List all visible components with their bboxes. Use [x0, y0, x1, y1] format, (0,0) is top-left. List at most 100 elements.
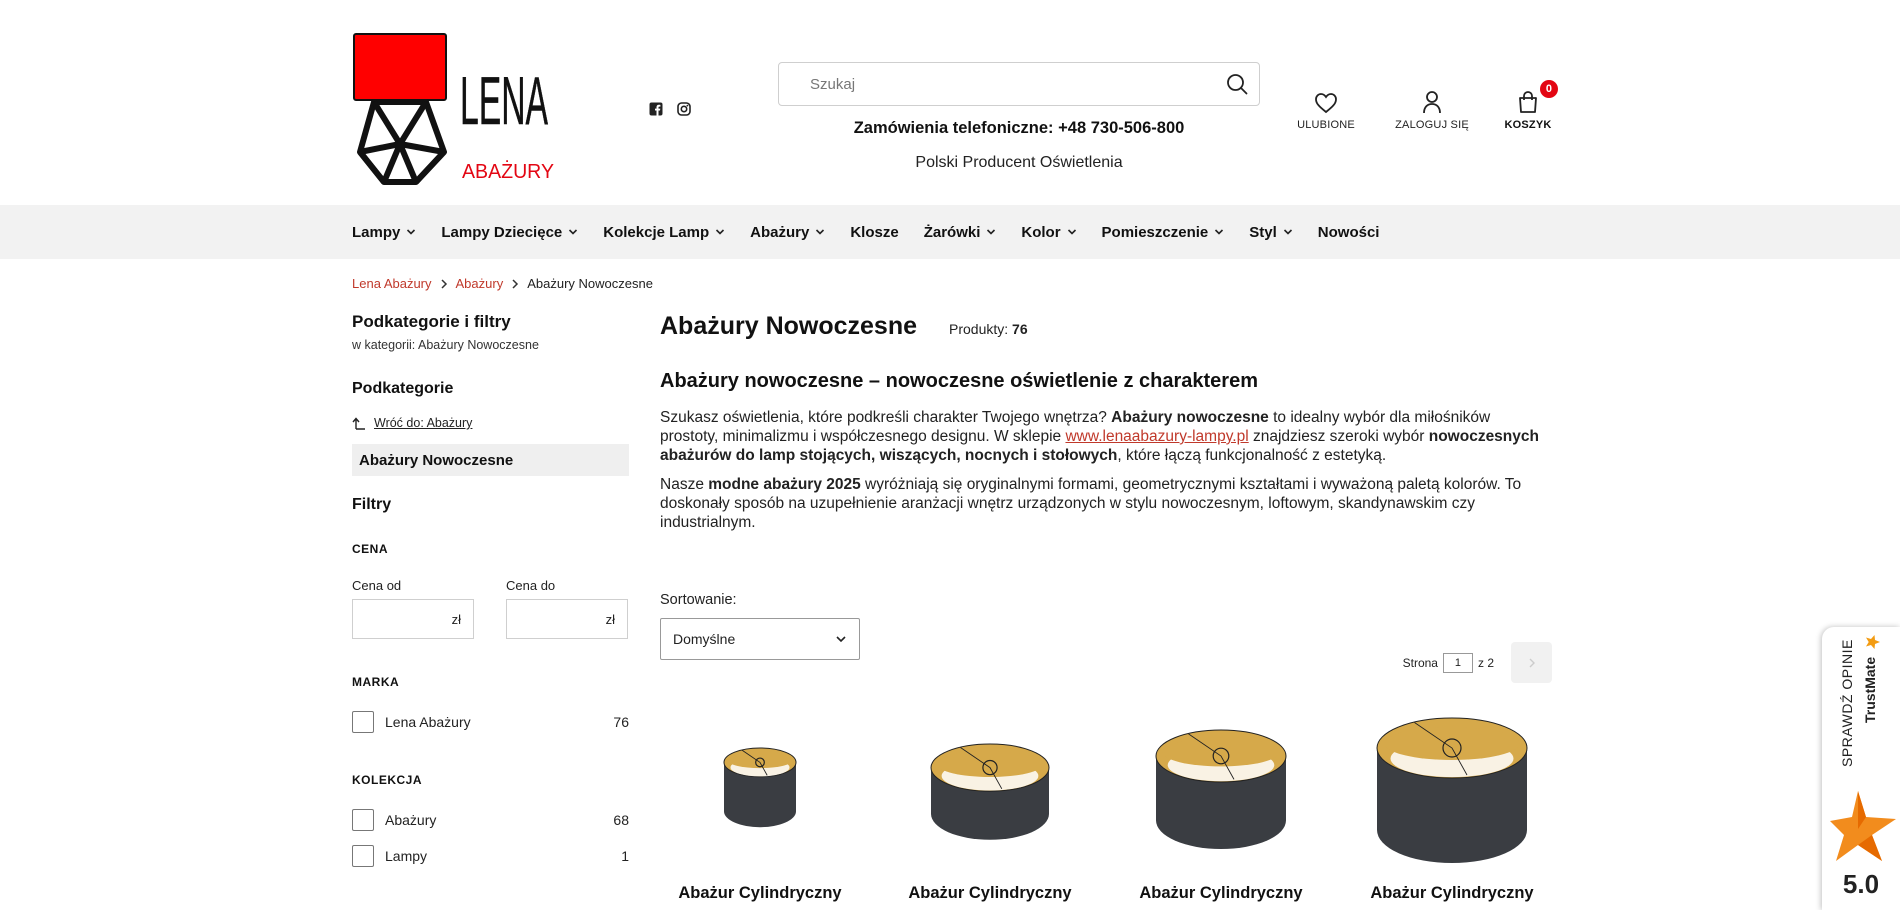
description-paragraph: Szukasz oświetlenia, które podkreśli cha…: [660, 408, 1552, 465]
chevron-down-icon: [568, 227, 578, 237]
price-to-input[interactable]: zł: [506, 599, 628, 639]
shop-link[interactable]: www.lenaabazury-lampy.pl: [1065, 428, 1248, 445]
checkbox[interactable]: [352, 809, 374, 831]
pagination: Strona 1 z 2: [1403, 642, 1552, 683]
filter-option-count: 68: [613, 812, 629, 828]
page: LENA ABAŻURY Zamówienia telefoniczne: +4…: [0, 0, 1900, 910]
page-title: Abażury Nowoczesne: [660, 312, 918, 340]
favorites-button[interactable]: ULUBIONE: [1296, 86, 1356, 131]
chevron-down-icon: [1214, 227, 1224, 237]
next-page-button[interactable]: [1511, 642, 1552, 683]
main-content: Abażury Nowoczesne Produkty: 76 Abażury …: [660, 312, 1552, 683]
product-name[interactable]: Abażur Cylindryczny: [1121, 884, 1321, 903]
social-links: [648, 101, 692, 117]
chevron-down-icon: [1067, 227, 1077, 237]
sidebar-subtitle: w kategorii: Abażury Nowoczesne: [352, 338, 539, 352]
chevron-down-icon: [836, 636, 846, 643]
breadcrumb-current: Abażury Nowoczesne: [527, 276, 653, 291]
brand-filter-list: Lena Abażury 76: [352, 711, 629, 733]
filter-option-count: 76: [613, 714, 629, 730]
breadcrumb-parent[interactable]: Abażury: [456, 276, 504, 291]
active-subcategory[interactable]: Abażury Nowoczesne: [352, 444, 629, 476]
price-filter: Cena od zł Cena do zł: [352, 578, 629, 639]
facebook-icon[interactable]: [648, 101, 664, 117]
producer-tagline: Polski Producent Oświetlenia: [915, 154, 1123, 171]
chevron-right-icon: [511, 278, 519, 289]
filters-title: Filtry: [352, 496, 392, 513]
trustmate-widget[interactable]: SPRAWDŹ OPINIE TrustMate 5.0: [1822, 627, 1900, 910]
nav-item-label: Abażury: [750, 223, 810, 241]
product-image[interactable]: [1121, 700, 1321, 870]
price-from-input[interactable]: zł: [352, 599, 474, 639]
product-card[interactable]: Abażur Cylindryczny: [890, 700, 1090, 902]
filter-option[interactable]: Lena Abażury 76: [352, 711, 629, 733]
chevron-right-icon: [440, 278, 448, 289]
chevron-down-icon: [406, 227, 416, 237]
product-card[interactable]: Abażur Cylindryczny: [1352, 700, 1552, 902]
category-description: Szukasz oświetlenia, które podkreśli cha…: [660, 408, 1552, 542]
nav-item[interactable]: Żarówki: [924, 224, 997, 241]
login-button[interactable]: ZALOGUJ SIĘ: [1392, 86, 1472, 131]
nav-item-label: Kolekcje Lamp: [603, 223, 710, 241]
product-image[interactable]: [890, 700, 1090, 870]
currency-label: zł: [451, 611, 461, 627]
checkbox[interactable]: [352, 711, 374, 733]
instagram-icon[interactable]: [676, 101, 692, 117]
nav-item[interactable]: Kolor: [1021, 224, 1076, 241]
shopping-bag-icon: [1519, 91, 1537, 113]
phone-order-text: Zamówienia telefoniczne: +48 730-506-800: [853, 119, 1185, 137]
products-count-label: Produkty:: [949, 321, 1009, 337]
filter-option-label: Lena Abażury: [385, 714, 471, 730]
cart-button[interactable]: 0 KOSZYK: [1502, 80, 1558, 131]
nav-item-label: Styl: [1249, 223, 1277, 241]
nav-item-label: Nowości: [1317, 223, 1380, 241]
page-input[interactable]: 1: [1442, 652, 1473, 673]
logo[interactable]: LENA ABAŻURY: [352, 32, 558, 190]
page-total: z 2: [1477, 655, 1494, 670]
nav-item[interactable]: Lampy: [352, 224, 416, 241]
sort-label: Sortowanie:: [660, 592, 737, 608]
chevron-down-icon: [986, 227, 996, 237]
collection-filter-list: Abażury 68 Lampy 1: [352, 809, 629, 867]
nav-item[interactable]: Pomieszczenie: [1102, 224, 1225, 241]
filter-option[interactable]: Lampy 1: [352, 845, 629, 867]
price-to-label: Cena do: [506, 578, 556, 593]
nav-item[interactable]: Abażury: [750, 224, 825, 241]
nav-item[interactable]: Styl: [1249, 224, 1293, 241]
search-input[interactable]: [779, 63, 1215, 105]
product-image[interactable]: [1352, 700, 1552, 870]
page-label: Strona: [1402, 655, 1438, 670]
checkbox[interactable]: [352, 845, 374, 867]
product-name[interactable]: Abażur Cylindryczny: [1352, 884, 1552, 903]
back-link[interactable]: Wróć do: Abażury: [352, 416, 629, 430]
trustmate-brand: TrustMate: [1862, 657, 1878, 723]
nav-item[interactable]: Lampy Dziecięce: [441, 224, 578, 241]
search-icon[interactable]: [1215, 62, 1259, 106]
subcategories-title: Podkategorie: [352, 380, 454, 397]
breadcrumb-home[interactable]: Lena Abażury: [352, 276, 432, 291]
product-name[interactable]: Abażur Cylindryczny: [890, 884, 1090, 903]
product-card[interactable]: Abażur Cylindryczny: [1121, 700, 1321, 902]
product-image[interactable]: [660, 700, 860, 870]
nav-item[interactable]: Nowości: [1318, 224, 1380, 241]
filter-option[interactable]: Abażury 68: [352, 809, 629, 831]
chevron-right-icon: [1529, 658, 1535, 667]
back-link-label: Wróć do: Abażury: [374, 416, 473, 430]
description-paragraph: Nasze modne abażury 2025 wyróżniają się …: [660, 475, 1552, 532]
product-card[interactable]: Abażur Cylindryczny: [660, 700, 860, 902]
text: , które łączą funkcjonalność z estetyką.: [1117, 447, 1387, 464]
sort-select[interactable]: Domyślne: [660, 618, 860, 660]
text: znajdziesz szeroki wybór: [1248, 428, 1429, 445]
nav-item[interactable]: Kolekcje Lamp: [603, 224, 725, 241]
cart-label: KOSZYK: [1504, 119, 1552, 131]
main-navigation: Lampy Lampy Dziecięce Kolekcje Lamp Abażury…: [0, 205, 1900, 259]
text: Szukasz oświetlenia, które podkreśli cha…: [660, 409, 1112, 426]
nav-item-label: Pomieszczenie: [1101, 223, 1209, 241]
product-name[interactable]: Abażur Cylindryczny: [660, 884, 860, 903]
chevron-down-icon: [715, 227, 725, 237]
favorites-label: ULUBIONE: [1297, 119, 1355, 131]
nav-item-label: Lampy Dziecięce: [441, 223, 563, 241]
collection-filter-title: KOLEKCJA: [352, 773, 423, 787]
price-filter-title: CENA: [352, 542, 389, 556]
nav-item[interactable]: Klosze: [850, 224, 898, 241]
